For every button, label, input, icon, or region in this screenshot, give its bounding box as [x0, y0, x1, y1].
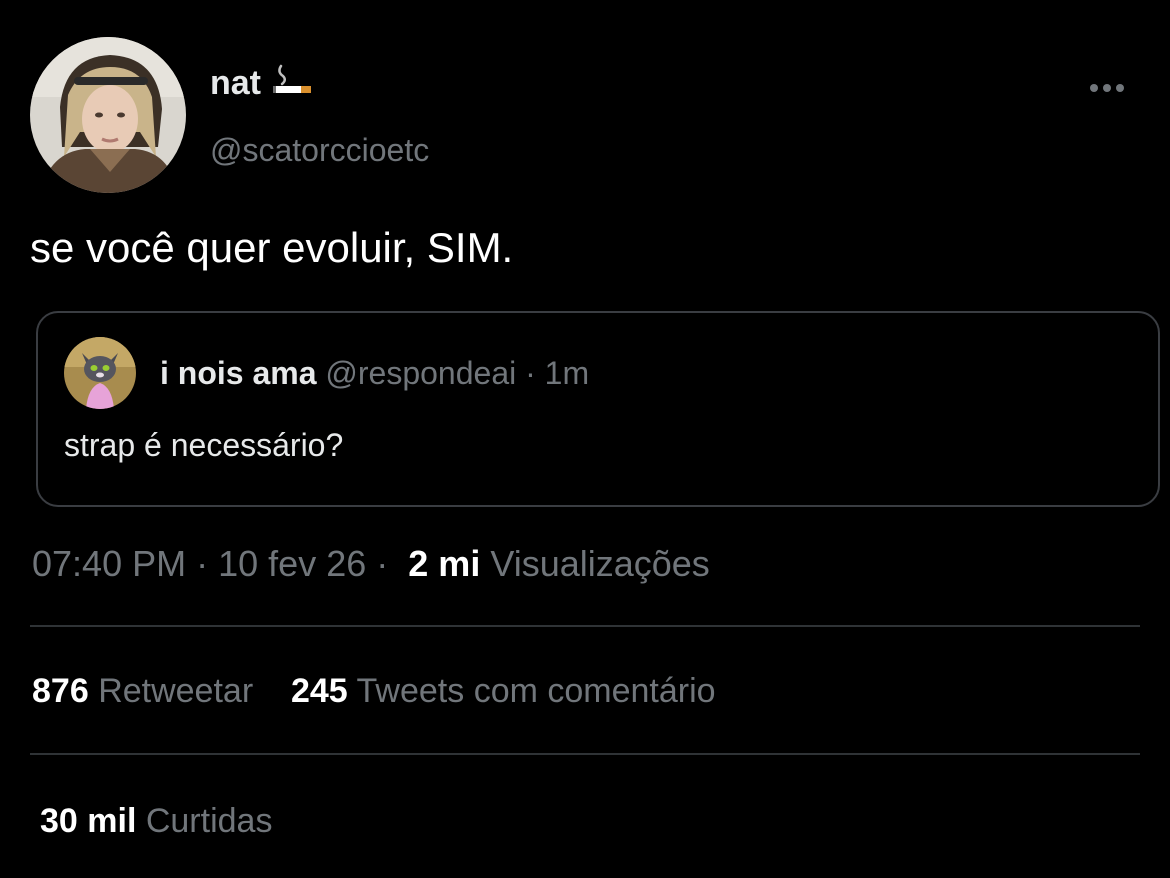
- meta-separator: ·: [376, 543, 389, 584]
- author-avatar[interactable]: [30, 37, 186, 193]
- engagement-stats-row: 876 Retweetar 245 Tweets com comentário: [32, 672, 716, 711]
- likes-label: Curtidas: [145, 802, 273, 840]
- quote-timestamp: 1m: [544, 355, 590, 391]
- quoted-tweet-card[interactable]: i nois ama @respondeai · 1m strap é nece…: [36, 311, 1160, 507]
- divider: [30, 625, 1140, 627]
- tweet-text: se você quer evoluir, SIM.: [30, 224, 514, 271]
- more-horizontal-icon: [1090, 84, 1124, 92]
- cigarette-icon: [273, 62, 313, 105]
- quote-avatar[interactable]: [64, 337, 136, 409]
- quotes-count: 245: [290, 672, 348, 710]
- quote-author-name[interactable]: i nois ama: [160, 355, 317, 391]
- quote-text: strap é necessário?: [64, 427, 344, 463]
- author-name-row[interactable]: nat: [210, 62, 313, 105]
- divider: [30, 753, 1140, 755]
- quote-header: i nois ama @respondeai · 1m: [160, 355, 589, 392]
- quotes-label: Tweets com comentário: [356, 672, 716, 710]
- author-handle[interactable]: @scatorccioetc: [210, 132, 429, 169]
- retweets-label: Retweetar: [98, 672, 254, 710]
- author-name[interactable]: nat: [210, 64, 261, 103]
- quote-author-handle[interactable]: @respondeai: [325, 355, 516, 391]
- retweets-stat[interactable]: 876 Retweetar: [32, 672, 263, 710]
- meta-separator: ·: [196, 543, 209, 584]
- views-label: Visualizações: [490, 543, 710, 584]
- tweet-date[interactable]: 10 fev 26: [218, 543, 366, 584]
- quote-separator: ·: [525, 355, 536, 391]
- tweet-meta-row: 07:40 PM · 10 fev 26 · 2 mi Visualizaçõe…: [32, 543, 710, 585]
- likes-count: 30 mil: [40, 802, 137, 840]
- quotes-stat[interactable]: 245 Tweets com comentário: [291, 672, 716, 710]
- more-options-button[interactable]: [1080, 70, 1134, 106]
- views-count: 2 mi: [408, 543, 481, 584]
- retweets-count: 876: [32, 672, 89, 710]
- tweet-time[interactable]: 07:40 PM: [32, 543, 186, 584]
- likes-stat[interactable]: 30 mil Curtidas: [40, 802, 272, 841]
